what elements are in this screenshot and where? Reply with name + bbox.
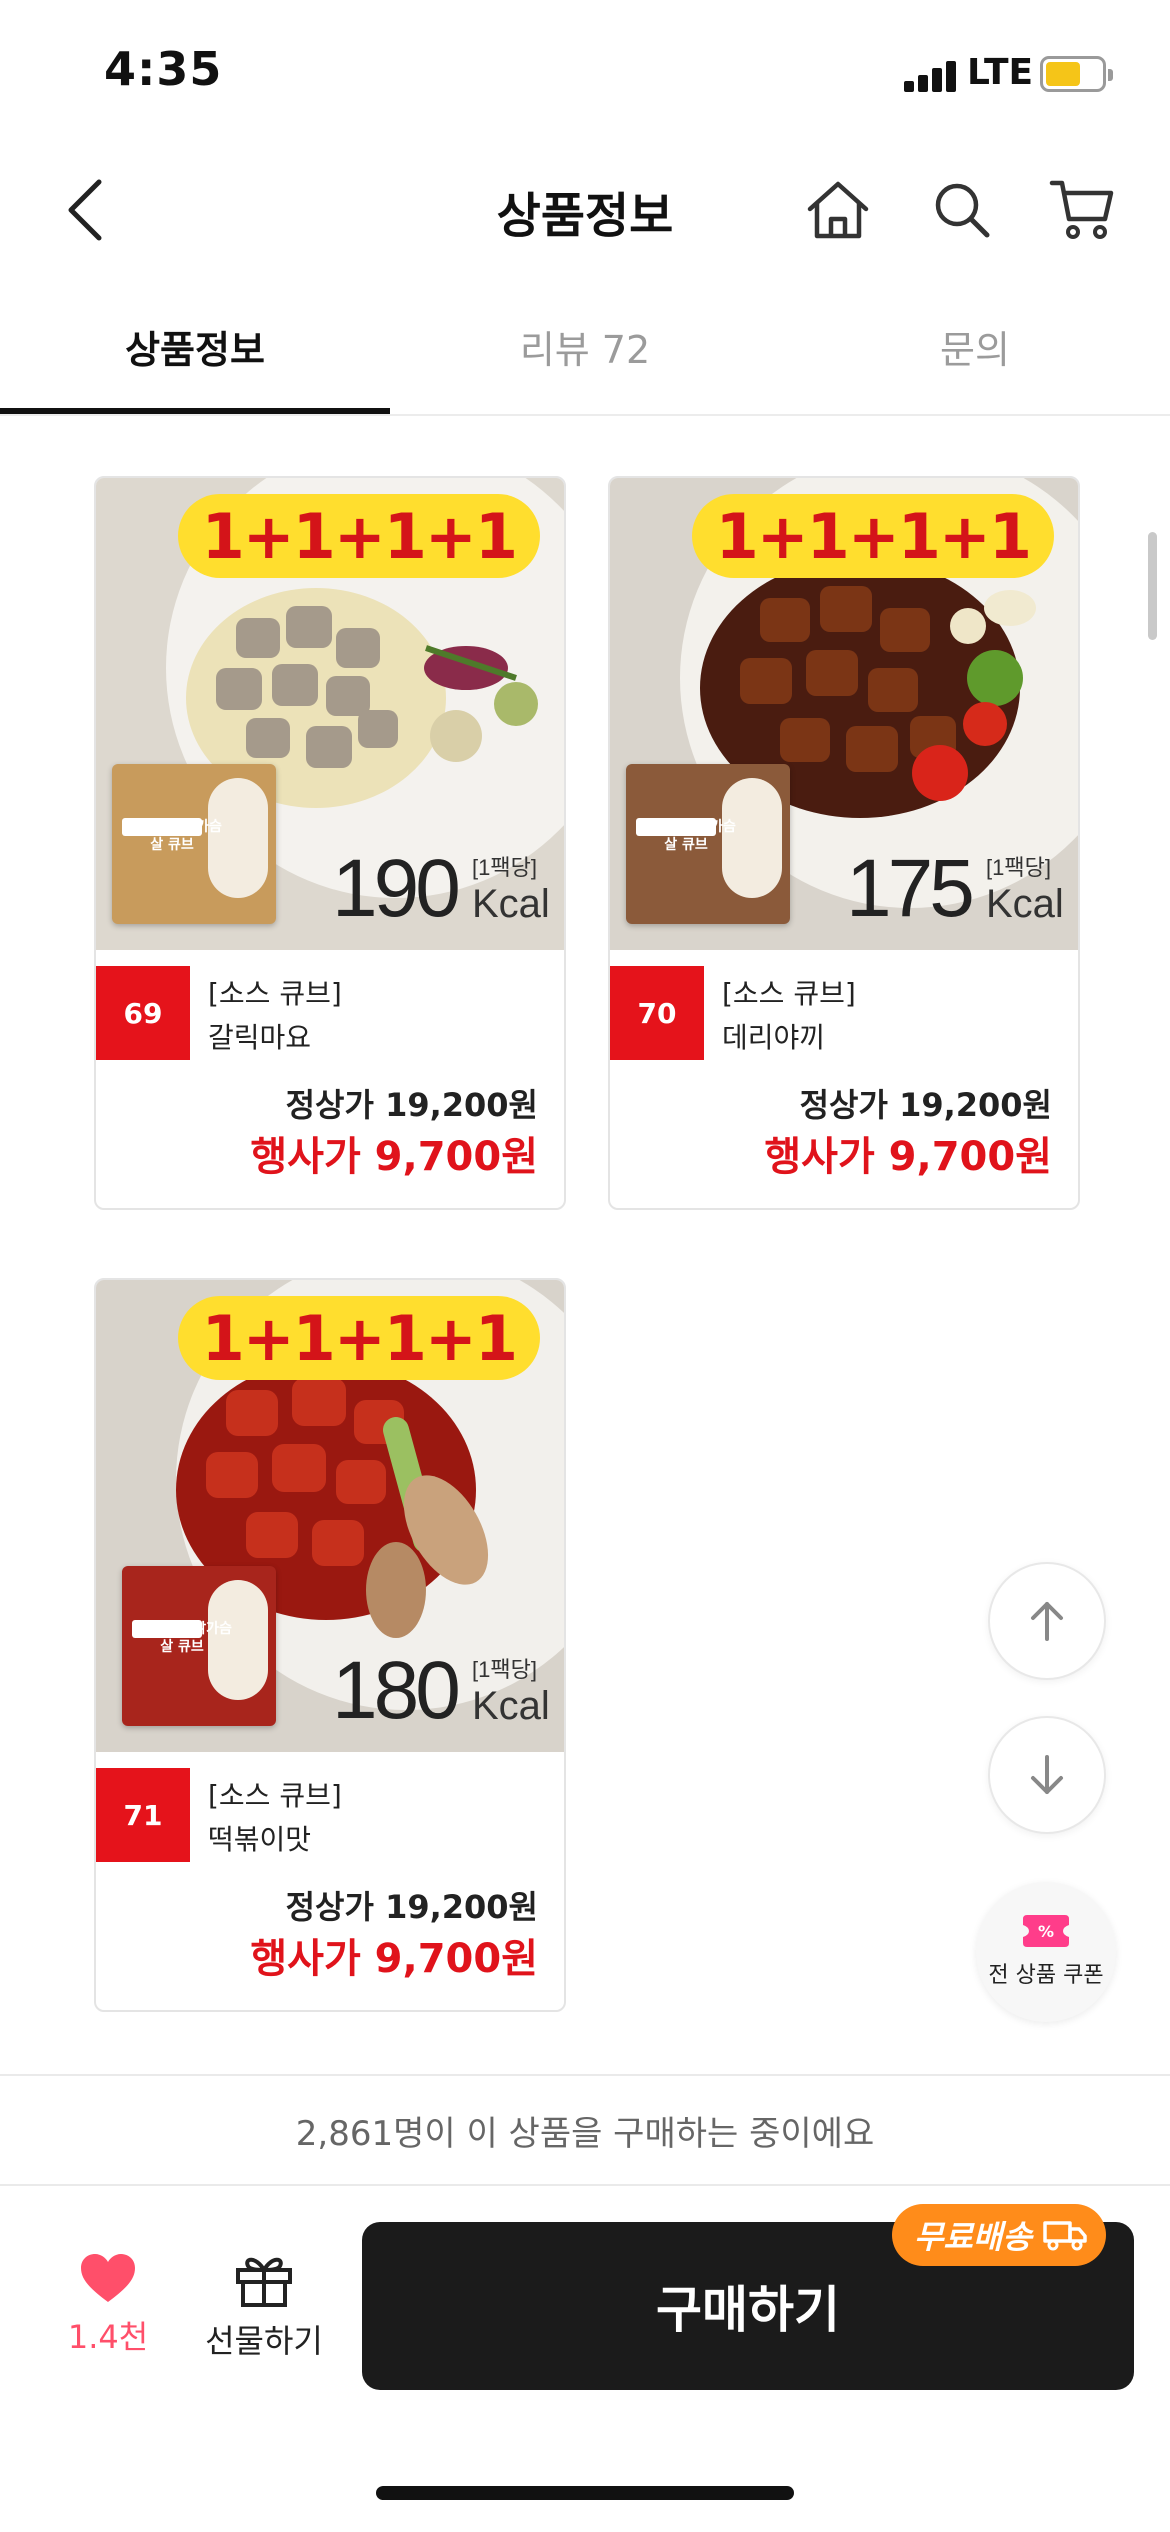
tab-bar: 상품정보 리뷰 72 문의 bbox=[0, 296, 1170, 416]
tab-product-info[interactable]: 상품정보 bbox=[0, 296, 390, 414]
coupon-icon: % bbox=[1023, 1915, 1069, 1947]
regular-price: 정상가 19,200원 bbox=[799, 1086, 1052, 1124]
product-card[interactable]: 소스 품은 닭가슴살 큐브 1+1+1+1 190 [1팩당] Kcal 69 … bbox=[94, 476, 566, 1210]
product-card[interactable]: 소스 품은 닭가슴살 큐브 1+1+1+1 180 [1팩당] Kcal 71 … bbox=[94, 1278, 566, 2012]
package-image: 소스 품은 닭가슴살 큐브 bbox=[122, 1566, 276, 1726]
kcal-pack-label: [1팩당] bbox=[472, 1657, 537, 1682]
top-header: 상품정보 bbox=[0, 150, 1170, 270]
arrow-up-icon bbox=[1031, 1602, 1063, 1641]
kcal-pack-label: [1팩당] bbox=[986, 855, 1051, 880]
svg-text:%: % bbox=[1038, 1922, 1054, 1941]
all-coupon-button[interactable]: % 전 상품 쿠폰 bbox=[976, 1882, 1116, 2022]
product-image: 소스 품은 닭가슴살 큐브 1+1+1+1 175 [1팩당] Kcal bbox=[610, 478, 1078, 950]
gift-button[interactable]: 선물하기 bbox=[194, 2252, 334, 2372]
regular-price: 정상가 19,200원 bbox=[285, 1086, 538, 1124]
product-category: [소스 큐브] bbox=[208, 1779, 342, 1812]
network-label: LTE bbox=[967, 52, 1034, 93]
regular-price: 정상가 19,200원 bbox=[285, 1888, 538, 1926]
product-category: [소스 큐브] bbox=[208, 977, 342, 1010]
like-button[interactable]: 1.4천 bbox=[58, 2252, 158, 2372]
search-button[interactable] bbox=[924, 172, 1000, 248]
product-category: [소스 큐브] bbox=[722, 977, 856, 1010]
product-number-badge: 70 bbox=[610, 966, 704, 1060]
kcal-unit: [1팩당] Kcal bbox=[986, 850, 1064, 927]
scroll-bottom-button[interactable] bbox=[988, 1716, 1106, 1834]
product-image: 소스 품은 닭가슴살 큐브 1+1+1+1 180 [1팩당] Kcal bbox=[96, 1280, 564, 1752]
coupon-label: 전 상품 쿠폰 bbox=[988, 1963, 1104, 1988]
product-name: 떡볶이맛 bbox=[208, 1823, 312, 1856]
status-time: 4:35 bbox=[104, 42, 223, 96]
product-name: 데리야끼 bbox=[722, 1021, 826, 1054]
status-bar: 4:35 LTE bbox=[0, 0, 1170, 140]
package-image: 소스 품은 닭가슴살 큐브 bbox=[626, 764, 790, 924]
sale-price: 행사가 9,700원 bbox=[764, 1134, 1052, 1180]
kcal-value: 180 bbox=[332, 1645, 461, 1736]
gift-icon bbox=[236, 2257, 292, 2307]
home-icon bbox=[807, 181, 869, 239]
kcal-unit: [1팩당] Kcal bbox=[472, 850, 550, 927]
free-shipping-badge: 무료배송 bbox=[892, 2204, 1106, 2266]
buyers-notice: 2,861명이 이 상품을 구매하는 중이에요 bbox=[0, 2074, 1170, 2186]
home-indicator bbox=[376, 2486, 794, 2500]
gift-label: 선물하기 bbox=[205, 2322, 323, 2360]
kcal-pack-label: [1팩당] bbox=[472, 855, 537, 880]
tab-reviews[interactable]: 리뷰 72 bbox=[390, 296, 780, 396]
product-card[interactable]: 소스 품은 닭가슴살 큐브 1+1+1+1 175 [1팩당] Kcal 70 … bbox=[608, 476, 1080, 1210]
scroll-indicator bbox=[1148, 532, 1157, 640]
back-button[interactable] bbox=[50, 172, 120, 248]
promo-badge: 1+1+1+1 bbox=[177, 1296, 540, 1380]
tab-inquiry[interactable]: 문의 bbox=[780, 296, 1170, 396]
scroll-top-button[interactable] bbox=[988, 1562, 1106, 1680]
cart-button[interactable] bbox=[1044, 172, 1120, 248]
product-image: 소스 품은 닭가슴살 큐브 1+1+1+1 190 [1팩당] Kcal bbox=[96, 478, 564, 950]
kcal-value: 190 bbox=[332, 843, 461, 934]
product-number-badge: 71 bbox=[96, 1768, 190, 1862]
promo-badge: 1+1+1+1 bbox=[177, 494, 540, 578]
free-shipping-label: 무료배송 bbox=[914, 2218, 1032, 2256]
package-image: 소스 품은 닭가슴살 큐브 bbox=[112, 764, 276, 924]
kcal-value: 175 bbox=[846, 843, 975, 934]
kcal-unit-label: Kcal bbox=[986, 882, 1064, 926]
promo-badge: 1+1+1+1 bbox=[691, 494, 1054, 578]
chevron-left-icon bbox=[68, 179, 102, 241]
kcal-unit: [1팩당] Kcal bbox=[472, 1652, 550, 1729]
home-button[interactable] bbox=[800, 172, 876, 248]
search-icon bbox=[935, 183, 990, 238]
truck-icon bbox=[1043, 2221, 1087, 2251]
product-name: 갈릭마요 bbox=[208, 1021, 312, 1054]
sale-price: 행사가 9,700원 bbox=[250, 1936, 538, 1982]
signal-icon bbox=[904, 60, 956, 92]
heart-icon bbox=[81, 2254, 135, 2302]
kcal-unit-label: Kcal bbox=[472, 882, 550, 926]
sale-price: 행사가 9,700원 bbox=[250, 1134, 538, 1180]
product-number-badge: 69 bbox=[96, 966, 190, 1060]
like-count: 1.4천 bbox=[67, 2318, 149, 2356]
arrow-down-icon bbox=[1031, 1755, 1063, 1794]
kcal-unit-label: Kcal bbox=[472, 1684, 550, 1728]
cart-icon bbox=[1049, 180, 1114, 239]
battery-icon bbox=[1040, 56, 1113, 92]
